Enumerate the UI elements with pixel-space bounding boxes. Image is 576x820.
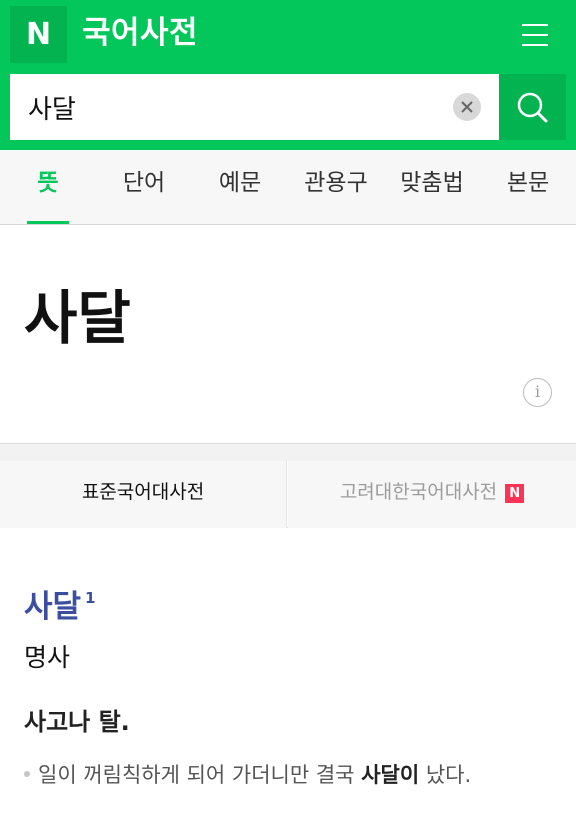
tab-korea-univ-dictionary[interactable]: 고려대한국어대사전 N — [288, 461, 576, 528]
example-highlight: 사달이 — [361, 763, 420, 787]
dictionary-tab-label: 표준국어대사전 — [81, 481, 205, 503]
example-sentence: 일이 꺼림칙하게 되어 가더니만 결국 사달이 났다. — [24, 758, 471, 792]
search-icon — [517, 92, 548, 123]
tab-spelling[interactable]: 맞춤법 — [384, 150, 480, 225]
tab-idioms[interactable]: 관용구 — [288, 150, 384, 225]
headword[interactable]: 사달 1 — [24, 576, 95, 629]
part-of-speech: 명사 — [24, 643, 71, 672]
bullet-icon — [24, 771, 30, 777]
search-input[interactable] — [28, 74, 448, 140]
tab-standard-dictionary[interactable]: 표준국어대사전 — [0, 461, 287, 528]
logo-letter: N — [25, 17, 52, 52]
search-box — [10, 74, 499, 140]
app-title[interactable]: 국어사전 — [82, 11, 198, 55]
tab-meaning[interactable]: 뜻 — [0, 150, 96, 225]
naver-logo[interactable]: N — [10, 6, 67, 63]
hamburger-icon[interactable] — [518, 18, 552, 50]
headword-text: 사달 — [24, 589, 82, 625]
menu-line — [522, 24, 548, 26]
active-tab-indicator — [27, 221, 69, 224]
homonym-number: 1 — [85, 589, 96, 607]
new-badge: N — [505, 484, 525, 503]
example-text-after: 났다. — [419, 763, 472, 787]
menu-line — [522, 34, 548, 36]
info-icon[interactable]: i — [523, 378, 552, 407]
close-icon-glyph — [461, 101, 473, 113]
tab-fulltext[interactable]: 본문 — [480, 150, 576, 225]
tab-examples[interactable]: 예문 — [192, 150, 288, 225]
example-text-before: 일이 꺼림칙하게 되어 가더니만 결국 — [38, 763, 362, 787]
menu-line — [522, 44, 548, 46]
close-icon[interactable] — [453, 93, 481, 121]
entry-title: 사달 — [24, 284, 131, 352]
dictionary-tab-label: 고려대한국어대사전 — [339, 481, 498, 503]
dictionary-tabs: 표준국어대사전 고려대한국어대사전 N — [0, 461, 576, 528]
tab-words[interactable]: 단어 — [96, 150, 192, 225]
definition-meaning: 사고나 탈. — [24, 708, 130, 736]
section-divider — [0, 443, 576, 461]
search-tabs: 뜻 단어 예문 관용구 맞춤법 본문 — [0, 150, 576, 225]
search-button[interactable] — [499, 74, 566, 140]
